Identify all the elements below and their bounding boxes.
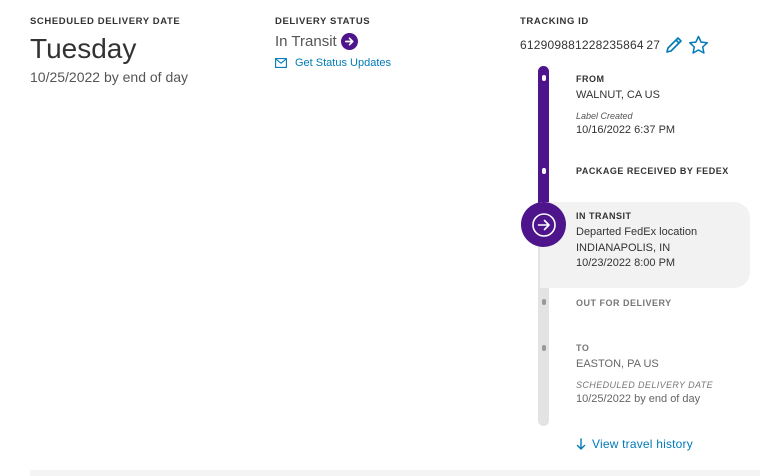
- event-in-transit-datetime: 10/23/2022 8:00 PM: [576, 257, 676, 269]
- timeline-dot-from: [542, 75, 546, 81]
- timeline-dot-received: [542, 168, 546, 174]
- scheduled-delivery-section: SCHEDULED DELIVERY DATE Tuesday 10/25/20…: [30, 16, 260, 85]
- view-travel-history-link[interactable]: View travel history: [576, 437, 693, 451]
- timeline-event-in-transit: IN TRANSIT Departed FedEx location INDIA…: [576, 211, 751, 269]
- event-in-transit-detail: Departed FedEx location: [576, 226, 698, 238]
- event-in-transit-location: INDIANAPOLIS, IN: [576, 242, 671, 254]
- delivery-status-section: DELIVERY STATUS In Transit Get Status Up…: [275, 16, 475, 69]
- star-icon[interactable]: [688, 35, 709, 55]
- timeline-event-to: TO EASTON, PA US SCHEDULED DELIVERY DATE…: [576, 343, 751, 405]
- event-from-datetime: 10/16/2022 6:37 PM: [576, 124, 676, 136]
- arrow-right-circle-icon[interactable]: [340, 33, 358, 50]
- tracking-id-section: TRACKING ID 612909881228235864 27: [520, 16, 750, 55]
- pencil-icon[interactable]: [664, 35, 684, 55]
- delivery-status-value: In Transit: [275, 33, 337, 50]
- view-travel-history-label: View travel history: [592, 437, 693, 451]
- timeline-event-from: FROM WALNUT, CA US Label Created 10/16/2…: [576, 74, 751, 136]
- timeline-dot-to: [542, 345, 546, 351]
- timeline-event-out-for-delivery: OUT FOR DELIVERY: [576, 298, 751, 308]
- get-status-updates-label: Get Status Updates: [295, 57, 391, 69]
- event-from-title: FROM: [576, 74, 605, 84]
- section-divider: [30, 470, 760, 476]
- event-to-datetime: 10/25/2022 by end of day: [576, 393, 701, 405]
- event-out-for-delivery-title: OUT FOR DELIVERY: [576, 298, 672, 308]
- event-in-transit-title: IN TRANSIT: [576, 211, 632, 221]
- timeline-dot-out-for-delivery: [542, 299, 546, 305]
- event-from-location: WALNUT, CA US: [576, 89, 660, 101]
- event-to-sublabel: SCHEDULED DELIVERY DATE: [576, 380, 714, 390]
- tracking-id-label: TRACKING ID: [520, 16, 589, 27]
- envelope-icon: [275, 58, 287, 68]
- event-to-title: TO: [576, 343, 590, 353]
- in-transit-status-icon: [521, 202, 566, 247]
- scheduled-delivery-label: SCHEDULED DELIVERY DATE: [30, 16, 181, 27]
- delivery-status-label: DELIVERY STATUS: [275, 16, 371, 27]
- tracking-number: 612909881228235864 27: [520, 38, 661, 52]
- scheduled-delivery-date: 10/25/2022 by end of day: [30, 69, 189, 85]
- event-to-location: EASTON, PA US: [576, 358, 659, 370]
- scheduled-delivery-day: Tuesday: [30, 33, 137, 64]
- event-received-title: PACKAGE RECEIVED BY FEDEX: [576, 166, 729, 176]
- arrow-down-icon: [576, 437, 586, 451]
- event-from-sublabel: Label Created: [576, 111, 633, 121]
- timeline-event-received: PACKAGE RECEIVED BY FEDEX: [576, 166, 751, 176]
- get-status-updates-link[interactable]: Get Status Updates: [275, 57, 475, 69]
